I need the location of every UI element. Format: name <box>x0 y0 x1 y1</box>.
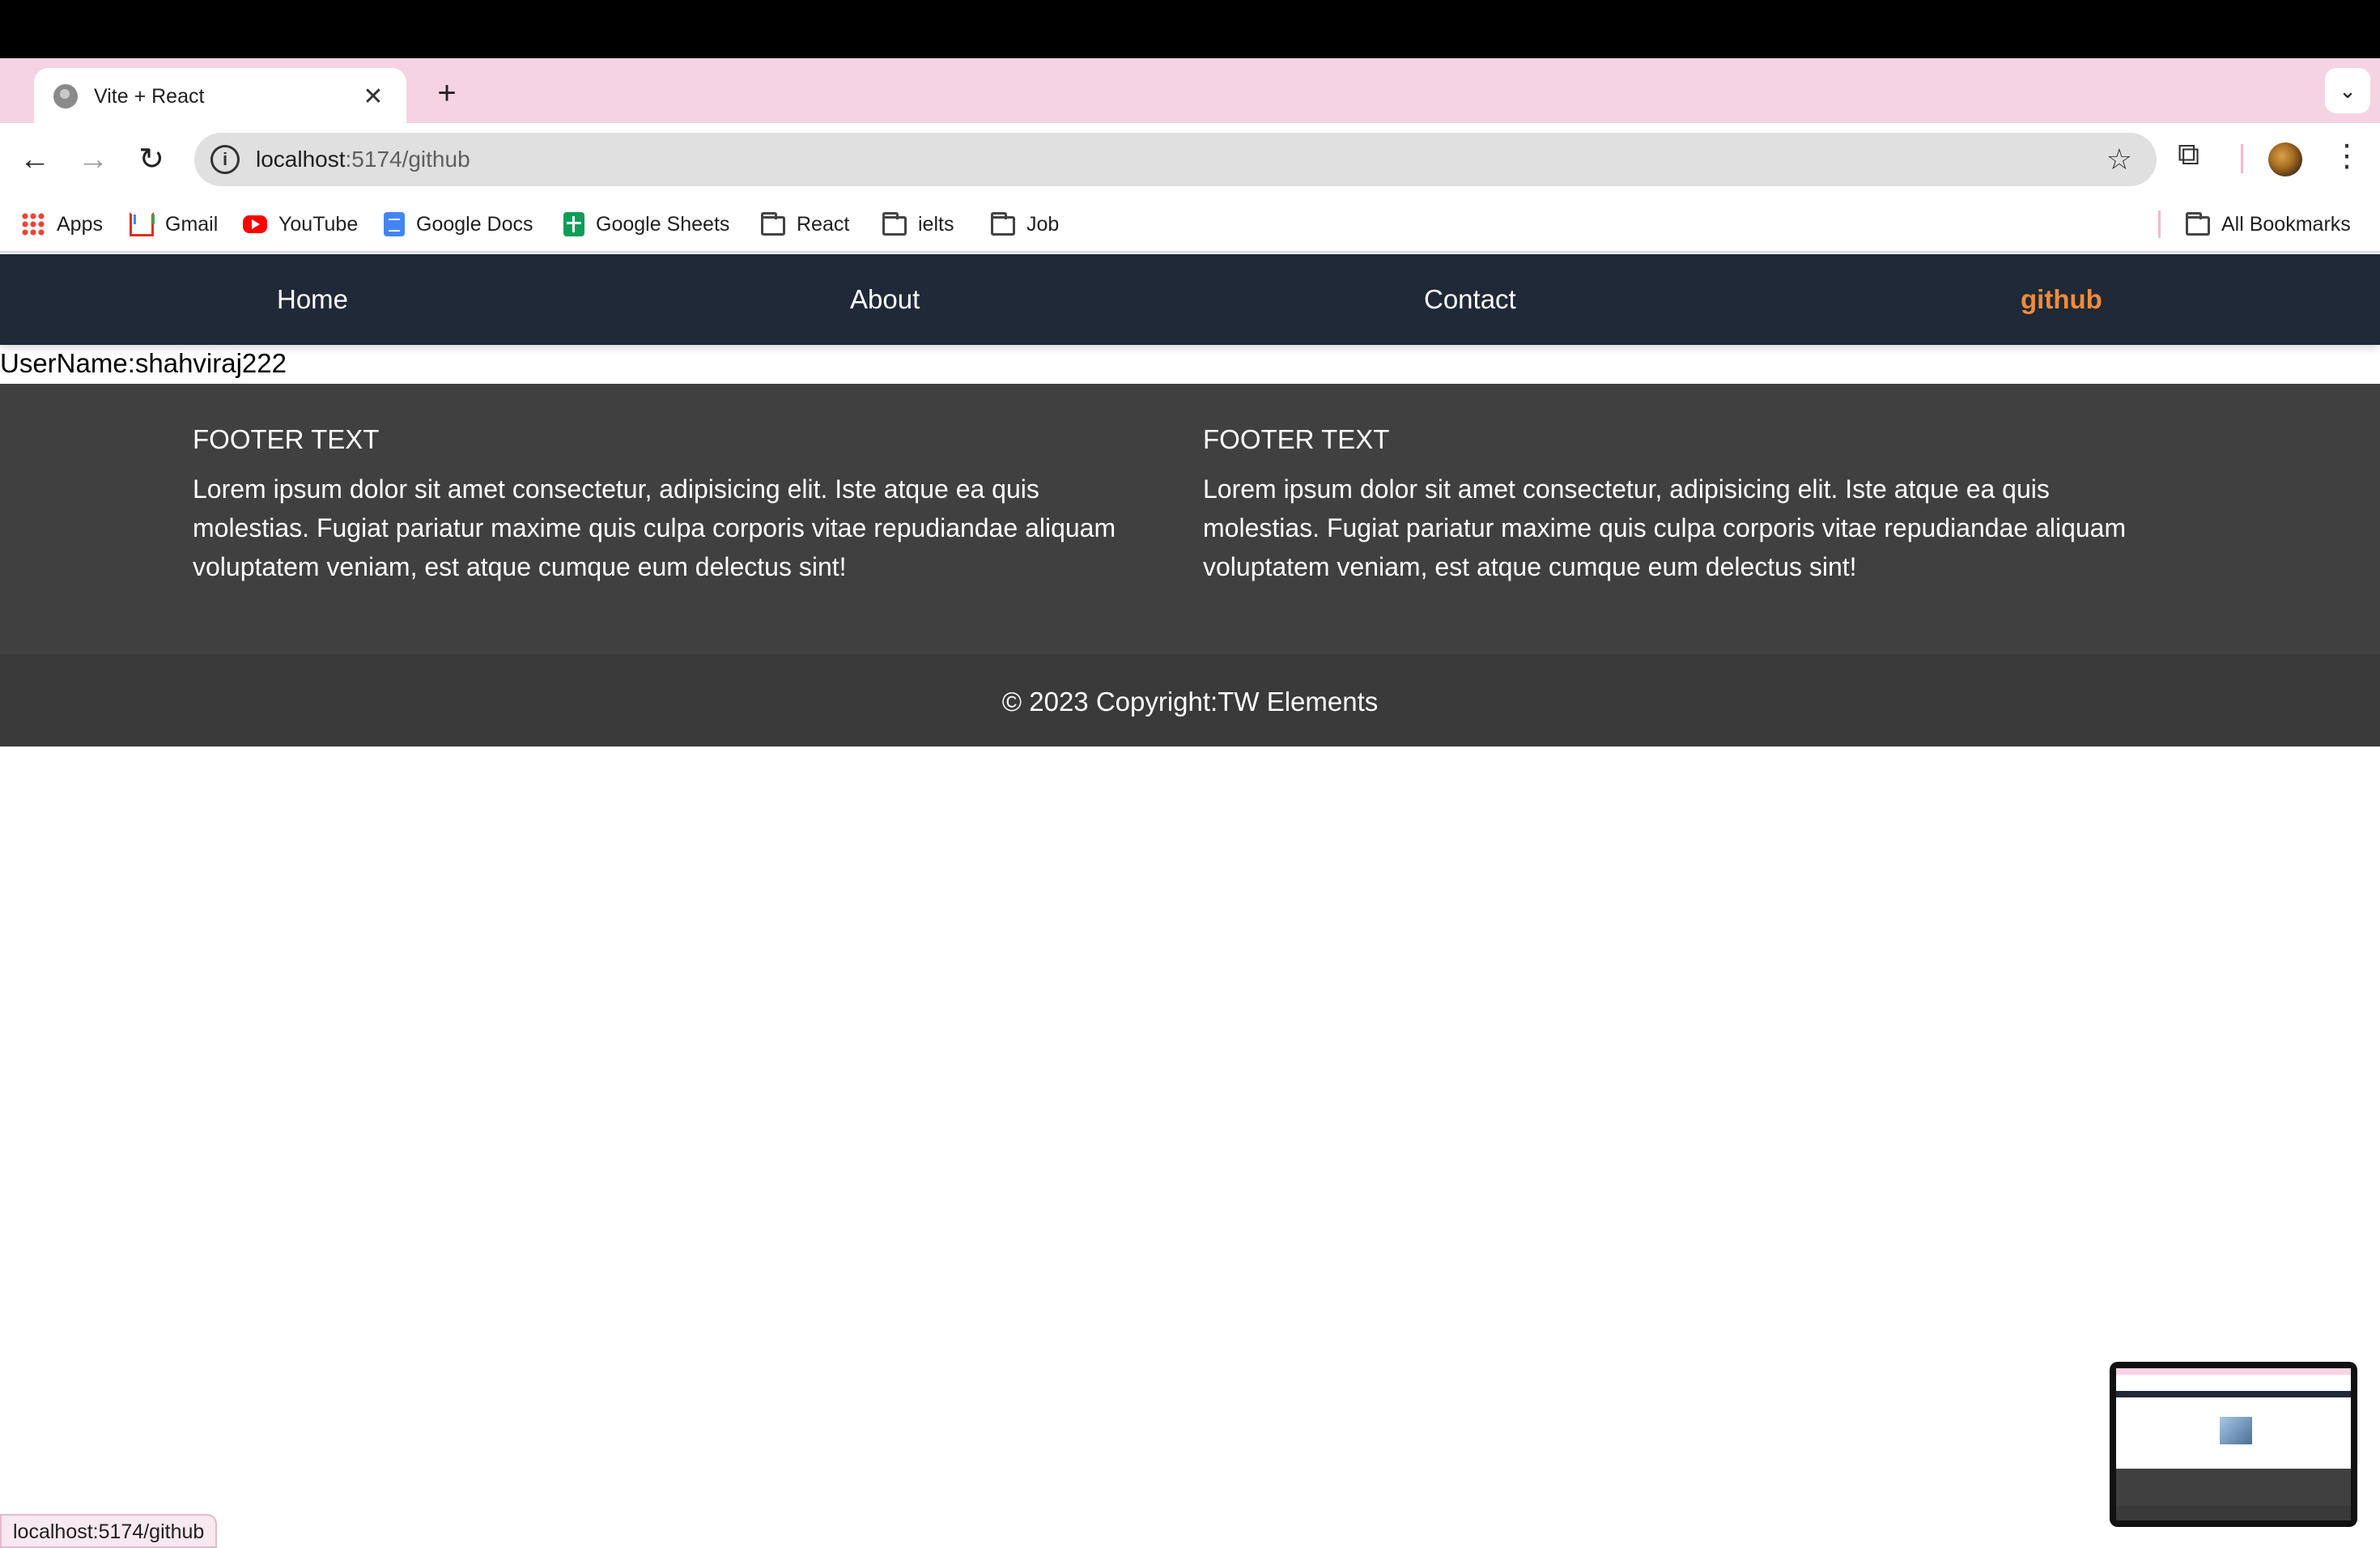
bookmark-folder-job[interactable]: Job <box>991 209 1059 240</box>
bookmark-folder-react[interactable]: React <box>761 209 849 240</box>
bookmark-label: YouTube <box>278 212 359 236</box>
thumbnail-footer <box>2116 1469 2351 1506</box>
bookmark-google-docs[interactable]: Google Docs <box>384 209 533 240</box>
footer-heading: FOOTER TEXT <box>193 424 380 454</box>
folder-icon <box>2186 212 2210 236</box>
globe-favicon-icon <box>53 84 78 108</box>
folder-icon <box>761 212 785 236</box>
bookmark-label: Google Sheets <box>596 212 730 236</box>
thumbnail-tabbar <box>2116 1368 2351 1375</box>
bookmark-label: Google Docs <box>416 212 533 236</box>
browser-tab[interactable]: Vite + React ✕ <box>34 68 406 125</box>
site-info-icon[interactable]: i <box>210 145 240 174</box>
link-status-bar: localhost:5174/github <box>0 1514 218 1548</box>
browser-toolbar: ← → ↻ i localhost:5174/github ☆ ⧉ ⋮ <box>0 123 2380 196</box>
youtube-icon <box>243 215 267 233</box>
folder-icon <box>991 212 1015 236</box>
toolbar-divider <box>2241 144 2243 173</box>
bookmark-apps[interactable]: Apps <box>21 209 103 240</box>
footer-column-2: FOOTER TEXT Lorem ipsum dolor sit amet c… <box>1203 424 2166 586</box>
nav-link-contact[interactable]: Contact <box>1424 254 1516 345</box>
apps-grid-icon <box>21 212 45 236</box>
nav-link-about[interactable]: About <box>850 254 920 345</box>
url-host: localhost <box>256 147 346 172</box>
browser-menu-icon[interactable]: ⋮ <box>2331 138 2362 174</box>
close-tab-icon[interactable]: ✕ <box>359 83 387 111</box>
bookmark-label: React <box>797 212 850 236</box>
folder-icon <box>882 212 907 236</box>
gmail-icon <box>130 212 154 236</box>
back-arrow-icon[interactable]: ← <box>11 136 58 183</box>
bookmark-label: Gmail <box>165 212 219 236</box>
bookmarks-bar: Apps Gmail YouTube Google Docs Google Sh… <box>0 196 2380 253</box>
reload-icon[interactable]: ↻ <box>128 136 175 183</box>
all-bookmarks-button[interactable]: All Bookmarks <box>2186 209 2351 240</box>
google-docs-icon <box>384 212 405 236</box>
tab-search-dropdown-icon[interactable]: ⌄ <box>2325 68 2370 113</box>
forward-arrow-icon[interactable]: → <box>70 136 117 183</box>
google-sheets-icon <box>563 212 584 236</box>
bookmark-label: Job <box>1026 212 1060 236</box>
username-text: UserName:shahviraj222 <box>0 348 287 378</box>
bookmark-gmail[interactable]: Gmail <box>130 209 218 240</box>
bookmark-label: ielts <box>918 212 954 236</box>
os-top-bar <box>0 0 2380 58</box>
thumbnail-navbar <box>2116 1391 2351 1397</box>
bookmark-folder-ielts[interactable]: ielts <box>882 209 954 240</box>
bookmark-star-icon[interactable]: ☆ <box>2106 142 2132 176</box>
screenshot-thumbnail-preview[interactable] <box>2110 1362 2357 1527</box>
extensions-puzzle-icon[interactable]: ⧉ <box>2178 138 2199 172</box>
bookmarks-divider <box>2158 211 2161 238</box>
profile-avatar[interactable] <box>2268 142 2302 176</box>
url-path: :5174/github <box>345 147 470 172</box>
footer: FOOTER TEXT Lorem ipsum dolor sit amet c… <box>0 384 2380 654</box>
bookmark-youtube[interactable]: YouTube <box>243 209 358 240</box>
new-tab-button[interactable]: + <box>426 73 468 115</box>
footer-body: Lorem ipsum dolor sit amet consectetur, … <box>1203 474 2127 581</box>
thumbnail-picture <box>2220 1417 2252 1444</box>
bookmark-google-sheets[interactable]: Google Sheets <box>563 209 729 240</box>
address-bar[interactable]: i localhost:5174/github ☆ <box>194 133 2157 186</box>
tab-title: Vite + React <box>94 84 205 108</box>
nav-link-home[interactable]: Home <box>277 254 348 345</box>
footer-body: Lorem ipsum dolor sit amet consectetur, … <box>193 474 1116 581</box>
footer-copyright: © 2023 Copyright:TW Elements <box>0 654 2380 746</box>
tab-strip: Vite + React ✕ + ⌄ <box>0 58 2380 125</box>
nav-link-github[interactable]: github <box>2021 254 2102 345</box>
bookmark-label: Apps <box>57 212 103 236</box>
thumbnail-image <box>2116 1368 2351 1520</box>
footer-column-1: FOOTER TEXT Lorem ipsum dolor sit amet c… <box>193 424 1156 586</box>
footer-heading: FOOTER TEXT <box>1203 424 1390 454</box>
site-navbar: Home About Contact github <box>0 254 2380 345</box>
thumbnail-copyright <box>2116 1506 2351 1520</box>
bookmark-label: All Bookmarks <box>2221 212 2351 236</box>
